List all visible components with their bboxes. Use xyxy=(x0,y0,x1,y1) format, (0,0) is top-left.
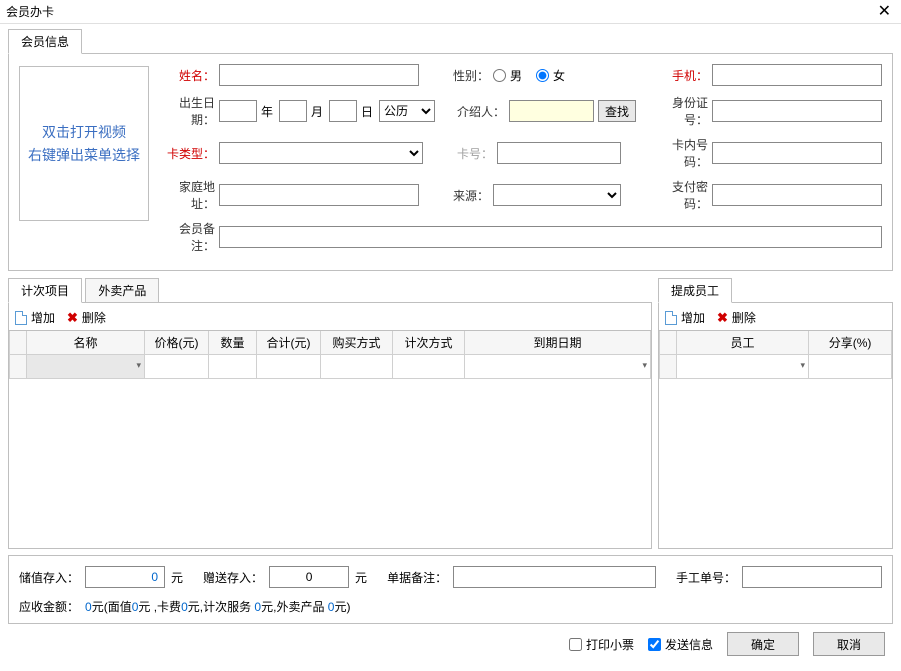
col-name: 名称 xyxy=(27,331,145,355)
col-qty: 数量 xyxy=(209,331,257,355)
add-staff-button[interactable]: 增加 xyxy=(665,309,705,326)
birth-month-input[interactable] xyxy=(279,100,307,122)
doc-icon xyxy=(15,311,27,325)
label-paypwd: 支付密码： xyxy=(650,178,708,212)
label-address: 家庭地址： xyxy=(157,178,215,212)
mobile-input[interactable] xyxy=(712,64,882,86)
col-countmode: 计次方式 xyxy=(393,331,465,355)
label-doc-remark: 单据备注： xyxy=(387,569,447,586)
col-handle xyxy=(9,331,27,355)
address-input[interactable] xyxy=(219,184,419,206)
window-title: 会员办卡 xyxy=(6,3,54,20)
doc-icon xyxy=(665,311,677,325)
label-due-amount: 应收金额： xyxy=(19,598,79,615)
label-card-type: 卡类型： xyxy=(157,145,215,162)
label-name: 姓名： xyxy=(157,67,215,84)
unit-day: 日 xyxy=(361,103,373,120)
unit-month: 月 xyxy=(311,103,323,120)
due-amount-text: 0元(面值0元 ,卡费0元,计次服务 0元,外卖产品 0元) xyxy=(85,598,350,615)
label-mobile: 手机： xyxy=(650,67,708,84)
card-type-select[interactable] xyxy=(219,142,423,164)
gender-male-option[interactable]: 男 xyxy=(493,67,522,84)
label-deposit: 储值存入： xyxy=(19,569,79,586)
label-birth: 出生日期： xyxy=(157,94,215,128)
cancel-button[interactable]: 取消 xyxy=(813,632,885,656)
photo-placeholder[interactable]: 双击打开视频 右键弹出菜单选择 xyxy=(19,66,149,221)
gender-female-option[interactable]: 女 xyxy=(536,67,565,84)
ok-button[interactable]: 确定 xyxy=(727,632,799,656)
unit-year: 年 xyxy=(261,103,273,120)
gift-input[interactable] xyxy=(269,566,349,588)
delete-icon: ✖ xyxy=(67,310,78,326)
unit-yuan: 元 xyxy=(171,569,183,586)
source-select[interactable] xyxy=(493,184,621,206)
deposit-input[interactable] xyxy=(85,566,165,588)
col-price: 价格(元) xyxy=(145,331,209,355)
manual-no-input[interactable] xyxy=(742,566,882,588)
cardno-input[interactable] xyxy=(497,142,621,164)
close-icon[interactable]: ✕ xyxy=(874,4,895,20)
inner-no-input[interactable] xyxy=(712,142,882,164)
label-gift: 赠送存入： xyxy=(203,569,263,586)
send-message-checkbox[interactable]: 发送信息 xyxy=(648,636,713,653)
col-handle xyxy=(659,331,677,355)
col-staff: 员工 xyxy=(677,331,809,355)
tab-takeout[interactable]: 外卖产品 xyxy=(85,278,159,303)
label-cardno: 卡号： xyxy=(449,145,493,162)
member-remark-input[interactable] xyxy=(219,226,882,248)
table-row[interactable] xyxy=(9,355,651,379)
paypwd-input[interactable] xyxy=(712,184,882,206)
calendar-select[interactable]: 公历 xyxy=(379,100,435,122)
table-row[interactable] xyxy=(659,355,892,379)
label-remark: 会员备注： xyxy=(157,220,215,254)
label-gender: 性别： xyxy=(445,67,489,84)
tab-count-items[interactable]: 计次项目 xyxy=(8,278,82,303)
delete-staff-button[interactable]: ✖删除 xyxy=(717,309,756,326)
birth-year-input[interactable] xyxy=(219,100,257,122)
doc-remark-input[interactable] xyxy=(453,566,656,588)
col-buymode: 购买方式 xyxy=(321,331,393,355)
grid-empty-area xyxy=(9,379,651,543)
label-idno: 身份证号： xyxy=(650,94,708,128)
photo-hint-text: 双击打开视频 右键弹出菜单选择 xyxy=(28,121,140,166)
col-share: 分享(%) xyxy=(809,331,892,355)
label-inner-no: 卡内号码： xyxy=(650,136,708,170)
print-receipt-checkbox[interactable]: 打印小票 xyxy=(569,636,634,653)
col-total: 合计(元) xyxy=(257,331,321,355)
label-source: 来源： xyxy=(445,187,489,204)
name-input[interactable] xyxy=(219,64,419,86)
birth-day-input[interactable] xyxy=(329,100,357,122)
unit-yuan2: 元 xyxy=(355,569,367,586)
delete-item-button[interactable]: ✖删除 xyxy=(67,309,106,326)
tab-member-info[interactable]: 会员信息 xyxy=(8,29,82,54)
idno-input[interactable] xyxy=(712,100,882,122)
tab-commission-staff[interactable]: 提成员工 xyxy=(658,278,732,303)
referrer-input[interactable] xyxy=(509,100,594,122)
delete-icon: ✖ xyxy=(717,310,728,326)
label-referrer: 介绍人： xyxy=(455,103,505,120)
col-duedate: 到期日期 xyxy=(465,331,651,355)
find-referrer-button[interactable]: 查找 xyxy=(598,100,636,122)
add-item-button[interactable]: 增加 xyxy=(15,309,55,326)
label-manual-no: 手工单号： xyxy=(676,569,736,586)
